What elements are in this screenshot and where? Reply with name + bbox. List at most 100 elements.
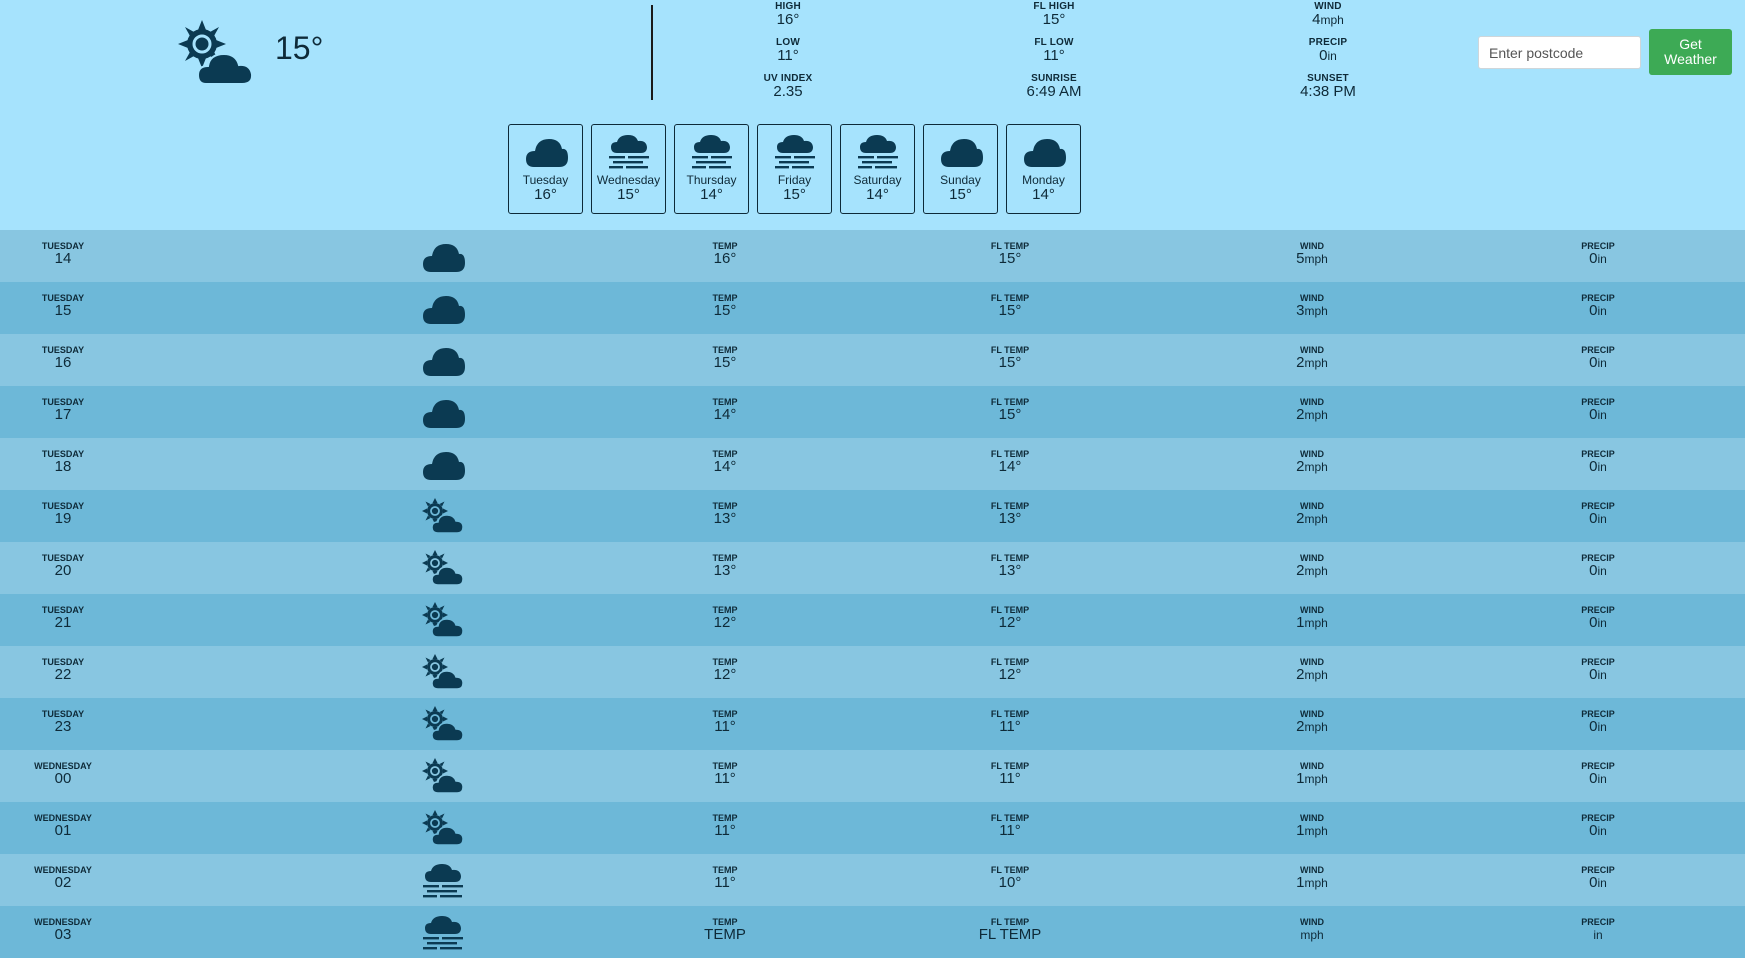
day-name: Wednesday (596, 173, 661, 187)
fog-icon (774, 135, 815, 169)
sun-cloud-icon (178, 20, 254, 85)
precip-label: PRECIP (1581, 917, 1615, 927)
precip-reading: 0in (1581, 771, 1615, 787)
day-card-friday[interactable]: Friday 15° (757, 124, 832, 214)
hourly-row: TUESDAY 22 TEMP 12° FL TEMP 12° WIND 2mph PRECIP… (0, 646, 1745, 698)
precip-unit: in (1597, 668, 1607, 682)
cloud-icon (423, 348, 465, 376)
wind-reading: 1mph (1296, 771, 1328, 787)
day-name: Friday (777, 173, 812, 187)
hour-fl-temp: FL TEMP 13° (991, 501, 1029, 527)
header: 15° HIGH 16° LOW 11° UV INDEX 2.35 FL HI… (0, 0, 1745, 230)
day-card-sunday[interactable]: Sunday 15° (923, 124, 998, 214)
hour-value: 17 (54, 406, 72, 423)
precip-unit: in (1597, 772, 1607, 786)
stat-value: 4:38 PM (1300, 83, 1356, 100)
precip-unit: in (1597, 304, 1607, 318)
stat-sunset: SUNSET 4:38 PM (1300, 73, 1356, 100)
temp-value: 15° (713, 302, 737, 319)
day-card-wednesday[interactable]: Wednesday 15° (591, 124, 666, 214)
day-card-saturday[interactable]: Saturday 14° (840, 124, 915, 214)
hour-value: 01 (54, 822, 72, 839)
wind-reading: 5mph (1296, 251, 1328, 267)
precip-label: PRECIP (1581, 657, 1615, 667)
hour-value: 19 (54, 510, 72, 527)
hour-temp: TEMP 11° (712, 709, 737, 735)
precip-value: 0 (1589, 874, 1598, 891)
hour-value: 00 (54, 770, 72, 787)
hour-fl-temp: FL TEMP 11° (991, 709, 1029, 735)
precip-label: PRECIP (1581, 397, 1615, 407)
stat-fl-high: FL HIGH 15° (1033, 1, 1074, 28)
wind-reading: 1mph (1296, 823, 1328, 839)
precip-label: PRECIP (1581, 449, 1615, 459)
hour-temp: TEMP 13° (712, 501, 737, 527)
wind-unit: mph (1304, 824, 1328, 838)
hour-fl-temp: FL TEMP 15° (991, 293, 1029, 319)
hour-time: WEDNESDAY 00 (34, 761, 92, 787)
precip-label: PRECIP (1581, 345, 1615, 355)
fl-temp-value: 12° (998, 614, 1022, 631)
hourly-row: TUESDAY 18 TEMP 14° FL TEMP 14° WIND 2mph PRECIP… (0, 438, 1745, 490)
precip-reading: 0in (1581, 407, 1615, 423)
hour-day: WEDNESDAY (34, 917, 92, 927)
hour-value: 22 (54, 666, 72, 683)
hour-time: TUESDAY 16 (42, 345, 84, 371)
hour-precip: PRECIP 0in (1581, 813, 1615, 839)
hour-value: 15 (54, 302, 72, 319)
day-card-thursday[interactable]: Thursday 14° (674, 124, 749, 214)
get-weather-button[interactable]: Get Weather (1649, 29, 1732, 75)
hour-precip: PRECIP 0in (1581, 397, 1615, 423)
hour-precip: PRECIP 0in (1581, 657, 1615, 683)
day-card-tuesday[interactable]: Tuesday 16° (508, 124, 583, 214)
cloud-icon (423, 296, 465, 324)
sun-cloud-icon (422, 758, 464, 794)
wind-label: WIND (1300, 917, 1324, 927)
hour-fl-temp: FL TEMP 11° (991, 761, 1029, 787)
hour-time: TUESDAY 23 (42, 709, 84, 735)
hour-wind: WIND 5mph (1296, 241, 1328, 267)
fl-temp-value: FL TEMP (978, 926, 1042, 943)
wind-reading: 1mph (1296, 615, 1328, 631)
precip-unit: in (1597, 408, 1607, 422)
precip-unit: in (1597, 252, 1607, 266)
precip-reading: in (1581, 927, 1615, 943)
hour-fl-temp: FL TEMP 12° (991, 657, 1029, 683)
day-temperature: 14° (700, 186, 723, 203)
hour-precip: PRECIP 0in (1581, 345, 1615, 371)
hourly-row: WEDNESDAY 02 TEMP 11° FL TEMP 10° WIND 1mph PREC… (0, 854, 1745, 906)
wind-reading: 2mph (1296, 459, 1328, 475)
precip-unit: in (1597, 512, 1607, 526)
precip-unit: in (1327, 49, 1337, 63)
hour-time: TUESDAY 15 (42, 293, 84, 319)
fl-temp-value: 12° (998, 666, 1022, 683)
hourly-row: TUESDAY 20 TEMP 13° FL TEMP 13° WIND 2mph PRECIP… (0, 542, 1745, 594)
day-name: Saturday (853, 173, 902, 187)
wind-reading: mph (1300, 927, 1324, 943)
cloud-icon (1023, 139, 1066, 167)
wind-unit: mph (1304, 616, 1328, 630)
hourly-row: TUESDAY 19 TEMP 13° FL TEMP 13° WIND 2mph PRECIP… (0, 490, 1745, 542)
temp-value: 13° (713, 510, 737, 527)
precip-label: PRECIP (1581, 865, 1615, 875)
stat-value: 6:49 AM (1026, 83, 1082, 100)
wind-unit: mph (1304, 460, 1328, 474)
postcode-input[interactable] (1478, 36, 1641, 69)
precip-value: 0 (1589, 718, 1598, 735)
day-name: Monday (1022, 173, 1065, 187)
hour-temp: TEMP 12° (712, 605, 737, 631)
hourly-forecast-list: TUESDAY 14 TEMP 16° FL TEMP 15° WIND 5mph PRECIP… (0, 230, 1745, 958)
precip-reading: 0in (1581, 823, 1615, 839)
precip-value: 0 (1589, 510, 1598, 527)
hour-temp: TEMP 11° (712, 761, 737, 787)
hour-value: 23 (54, 718, 72, 735)
sun-cloud-icon (422, 498, 464, 534)
wind-unit: mph (1304, 668, 1328, 682)
wind-reading: 2mph (1296, 563, 1328, 579)
day-card-monday[interactable]: Monday 14° (1006, 124, 1081, 214)
temp-label: TEMP (712, 917, 738, 927)
precip-label: PRECIP (1581, 605, 1615, 615)
stat-value: 11° (777, 47, 799, 64)
hourly-row: WEDNESDAY 03 TEMP TEMP FL TEMP FL TEMP WIND mph… (0, 906, 1745, 958)
wind-reading: 1mph (1296, 875, 1328, 891)
